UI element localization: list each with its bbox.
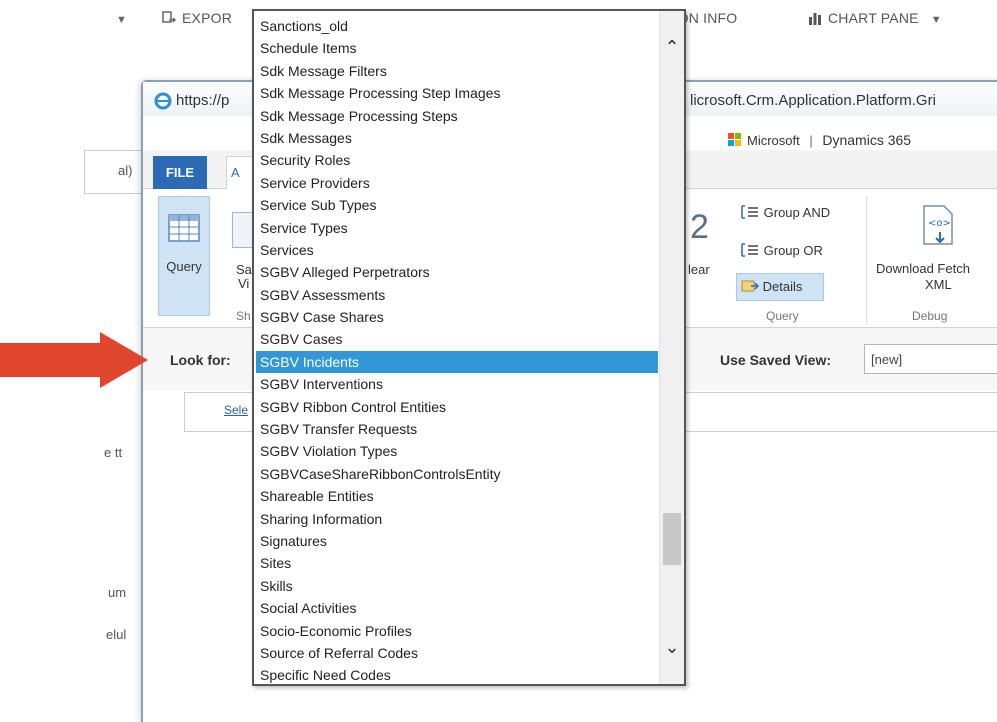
dropdown-option[interactable]: Sharing Information — [256, 508, 658, 530]
dropdown-option[interactable]: SGBV Ribbon Control Entities — [256, 396, 658, 418]
chart-icon — [809, 13, 821, 25]
dropdown-option[interactable]: Sdk Messages — [256, 127, 658, 149]
scroll-thumb[interactable] — [663, 513, 681, 565]
product-label: Dynamics 365 — [822, 132, 912, 148]
dropdown-option[interactable]: Sdk Message Processing Step Images — [256, 82, 658, 104]
look-for-label: Look for: — [170, 352, 231, 368]
background-text: al) — [118, 163, 133, 178]
use-saved-view-label: Use Saved View: — [720, 352, 832, 368]
tab-advanced-find-label: A — [231, 165, 240, 180]
chevron-down-icon: ▼ — [930, 14, 942, 26]
clear-icon[interactable]: 2 — [690, 208, 709, 247]
saved-views-label-2: Vi — [238, 276, 250, 291]
microsoft-logo-icon — [728, 133, 742, 147]
group-and-icon — [741, 205, 758, 219]
dropdown-option[interactable]: Service Sub Types — [256, 194, 658, 216]
dropdown-option[interactable]: SGBV Interventions — [256, 373, 658, 395]
svg-text:<o>: <o> — [928, 218, 951, 229]
dropdown-option[interactable]: Shareable Entities — [256, 485, 658, 507]
dropdown-option[interactable]: SGBV Assessments — [256, 284, 658, 306]
query-group-label: Query — [766, 309, 799, 323]
dropdown-option[interactable]: Specific Need Codes — [256, 664, 658, 684]
brand-label: Microsoft — [747, 133, 800, 148]
xml-download-icon: <o> — [923, 205, 953, 245]
dropdown-option[interactable]: Social Activities — [256, 597, 658, 619]
saved-view-select[interactable]: [new] — [864, 344, 997, 374]
dropdown-option[interactable]: Skills — [256, 575, 658, 597]
url-text-right: licrosoft.Crm.Application.Platform.Gri — [690, 92, 936, 109]
chart-pane-button[interactable]: CHART PANE ▼ — [808, 10, 942, 26]
annotation-arrow-shaft — [0, 343, 104, 377]
show-group-label: Sh — [236, 309, 251, 323]
dropdown-option[interactable]: Security Roles — [256, 149, 658, 171]
select-link[interactable]: Sele — [224, 403, 248, 417]
dropdown-option[interactable]: Socio-Economic Profiles — [256, 620, 658, 642]
toolbar-dropdown-chevron[interactable]: ▼ — [116, 10, 127, 26]
group-or-label: Group OR — [763, 243, 823, 258]
export-icon — [162, 11, 176, 23]
group-and-button[interactable]: Group AND — [740, 205, 830, 220]
download-xml-label: XML — [925, 277, 952, 292]
background-text: elul — [106, 627, 127, 642]
dropdown-option[interactable]: Sdk Message Processing Steps — [256, 105, 658, 127]
query-button-label: Query — [166, 259, 202, 274]
dropdown-option[interactable]: SGBVCaseShareRibbonControlsEntity — [256, 463, 658, 485]
dropdown-option[interactable]: Sdk Message Filters — [256, 60, 658, 82]
clear-label: lear — [688, 262, 710, 277]
dynamics-brand: Microsoft | Dynamics 365 — [728, 132, 911, 148]
dropdown-option[interactable]: Source of Referral Codes — [256, 642, 658, 664]
annotation-arrow-icon — [100, 332, 148, 388]
group-or-button[interactable]: Group OR — [740, 243, 823, 258]
ie-icon — [154, 92, 172, 115]
debug-group-label: Debug — [912, 309, 948, 323]
dropdown-option[interactable]: Signatures — [256, 530, 658, 552]
dropdown-option[interactable]: SGBV Violation Types — [256, 440, 658, 462]
download-fetch-xml-button[interactable]: <o> — [918, 204, 956, 246]
dropdown-scrollbar[interactable]: ⌃ ⌄ — [659, 11, 684, 684]
query-grid-icon — [168, 214, 200, 242]
entity-options: Sanctions_old Schedule Items Sdk Message F… — [256, 15, 658, 684]
export-label: EXPOR — [182, 10, 233, 26]
query-button[interactable]: Query — [158, 196, 210, 316]
dropdown-option[interactable]: Service Providers — [256, 172, 658, 194]
background-text: um — [108, 585, 127, 600]
saved-views-icon[interactable] — [232, 212, 254, 248]
dropdown-option[interactable]: Schedule Items — [256, 37, 658, 59]
dropdown-option[interactable]: SGBV Transfer Requests — [256, 418, 658, 440]
chart-pane-label: CHART PANE — [828, 10, 919, 26]
ribbon-separator — [866, 196, 867, 324]
url-text-left: https://p — [176, 92, 230, 109]
export-button[interactable]: EXPOR — [162, 10, 232, 26]
saved-views-label: Sa — [236, 262, 252, 277]
dropdown-option[interactable]: SGBV Case Shares — [256, 306, 658, 328]
details-icon — [741, 280, 760, 292]
dropdown-option[interactable]: Sanctions_old — [256, 15, 658, 37]
tab-file[interactable]: FILE — [153, 156, 207, 190]
scroll-down-icon[interactable]: ⌄ — [660, 637, 684, 658]
dropdown-option[interactable]: SGBV Cases — [256, 328, 658, 350]
scroll-up-icon[interactable]: ⌃ — [660, 37, 684, 58]
details-button[interactable]: Details — [736, 273, 824, 301]
selected-option[interactable]: SGBV Incidents — [256, 350, 658, 374]
background-text: e tt — [104, 445, 123, 460]
dropdown-option[interactable]: Sites — [256, 552, 658, 574]
group-or-icon — [741, 243, 758, 257]
dropdown-option[interactable]: Services — [256, 239, 658, 261]
details-label: Details — [762, 279, 803, 294]
group-and-label: Group AND — [763, 205, 831, 220]
download-fetch-label: Download Fetch — [876, 261, 970, 276]
background-input — [84, 150, 147, 194]
dropdown-option[interactable]: Service Types — [256, 217, 658, 239]
dropdown-option[interactable]: SGBV Alleged Perpetrators — [256, 261, 658, 283]
entity-dropdown-list[interactable]: Sanctions_old Schedule Items Sdk Message F… — [252, 9, 686, 686]
